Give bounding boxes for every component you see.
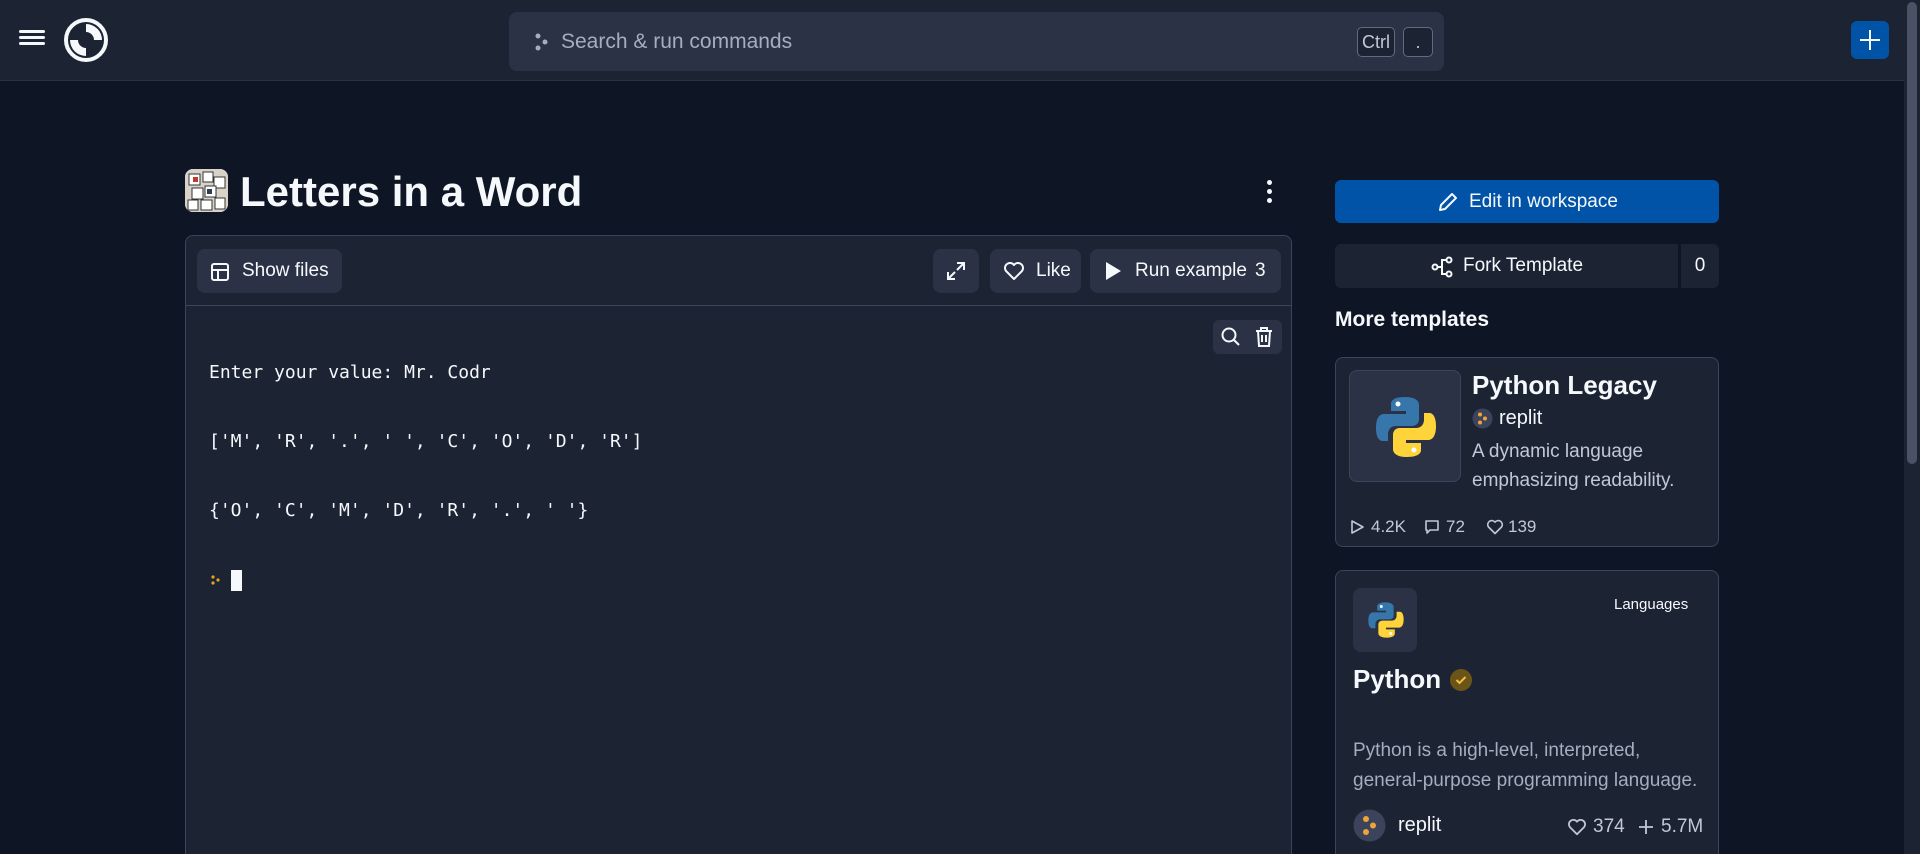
files-icon (211, 263, 229, 281)
likes-count: 139 (1508, 517, 1537, 536)
python-logo-icon (1368, 602, 1404, 638)
clear-console-button[interactable] (1249, 322, 1279, 352)
template-card[interactable]: Python Legacy replit A dynamic language … (1335, 357, 1719, 547)
comment-icon (1425, 520, 1439, 534)
runs-count: 4.2K (1371, 517, 1406, 536)
console-line: ['M', 'R', '.', ' ', 'C', 'O', 'D', 'R'] (209, 431, 643, 452)
edit-in-workspace-button[interactable]: Edit in workspace (1335, 180, 1719, 223)
page-scrollbar[interactable] (1904, 0, 1920, 854)
likes-count: 374 (1593, 816, 1625, 837)
show-files-button[interactable]: Show files (197, 249, 342, 293)
expand-button[interactable] (933, 249, 979, 293)
replit-avatar-icon (1472, 408, 1493, 429)
search-icon (1221, 327, 1240, 346)
pencil-icon (1439, 193, 1457, 211)
trash-icon (1256, 327, 1272, 347)
top-bar: Search & run commands Ctrl . (0, 0, 1904, 81)
forks-count: 5.7M (1661, 816, 1704, 837)
repl-panel: Show files Like Run example 3 Enter your… (185, 235, 1292, 854)
play-outline-icon (1351, 520, 1364, 534)
more-options-icon[interactable] (1257, 176, 1281, 206)
template-description: A dynamic language emphasizing readabili… (1472, 441, 1675, 491)
replit-avatar-icon (1353, 809, 1386, 842)
template-author: replit (1499, 407, 1543, 429)
template-thumbnail (1349, 370, 1461, 482)
console-line: {'O', 'C', 'M', 'D', 'R', '.', ' '} (209, 500, 589, 521)
replit-logo-icon[interactable] (64, 18, 108, 62)
heart-icon (1004, 262, 1024, 280)
expand-icon (947, 262, 965, 280)
console-line: Enter your value: Mr. Codr (209, 362, 491, 383)
template-category: Languages (1614, 596, 1689, 613)
command-dots-icon (535, 33, 548, 51)
run-example-label: Run example (1135, 260, 1247, 281)
shortcut-key-ctrl: Ctrl (1357, 27, 1395, 57)
like-label: Like (1036, 260, 1071, 281)
create-repl-button[interactable] (1851, 21, 1889, 59)
console-output[interactable]: Enter your value: Mr. Codr ['M', 'R', '.… (209, 315, 642, 637)
fork-count: 0 (1681, 244, 1719, 288)
run-count: 3 (1255, 260, 1266, 281)
verified-check-icon (1450, 669, 1472, 691)
console-search-button[interactable] (1216, 322, 1246, 352)
play-icon (1106, 262, 1121, 280)
plus-icon (1639, 820, 1653, 834)
template-description: Python is a high-level, interpreted, gen… (1353, 740, 1698, 791)
run-example-button[interactable]: Run example 3 (1090, 249, 1281, 293)
template-name: Python Legacy (1472, 370, 1657, 400)
console-prompt[interactable] (209, 568, 642, 591)
prompt-icon (211, 575, 220, 585)
scrollbar-thumb[interactable] (1907, 2, 1917, 464)
search-placeholder: Search & run commands (561, 30, 793, 53)
template-name: Python (1353, 664, 1442, 694)
shortcut-key-period: . (1403, 27, 1433, 57)
template-card[interactable]: Languages Python Python is a high-level,… (1335, 570, 1719, 854)
search-bar[interactable]: Search & run commands Ctrl . (509, 12, 1444, 71)
fork-label: Fork Template (1463, 255, 1584, 276)
show-files-label: Show files (242, 260, 329, 281)
heart-icon (1568, 819, 1586, 836)
edit-label: Edit in workspace (1469, 191, 1618, 212)
hamburger-menu-icon[interactable] (14, 26, 50, 56)
text-cursor (231, 570, 242, 591)
template-thumbnail (1353, 588, 1417, 652)
comments-count: 72 (1446, 517, 1465, 536)
more-templates-heading: More templates (1335, 308, 1490, 331)
repl-toolbar: Show files Like Run example 3 (186, 236, 1291, 306)
heart-icon (1486, 519, 1504, 535)
python-logo-icon (1376, 397, 1436, 457)
like-button[interactable]: Like (990, 249, 1081, 293)
fork-icon (1431, 256, 1453, 278)
console-tools (1213, 320, 1282, 354)
template-icon (185, 169, 228, 212)
template-author: replit (1398, 814, 1442, 836)
page-title: Letters in a Word (240, 168, 583, 215)
fork-template-button[interactable]: Fork Template (1335, 244, 1678, 288)
